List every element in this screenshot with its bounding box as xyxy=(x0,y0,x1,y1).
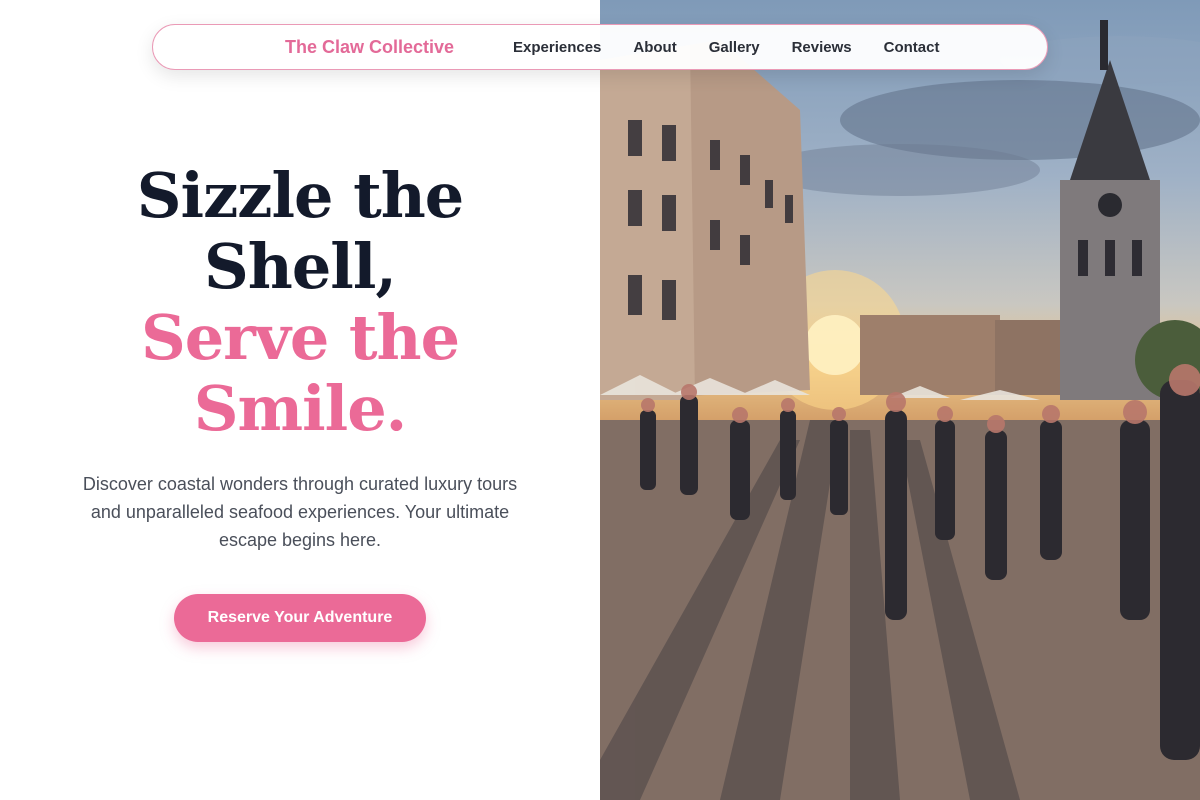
hero-photo-illustration xyxy=(600,20,1200,800)
top-navigation: The Claw Collective Experiences About Ga… xyxy=(152,24,1048,70)
reserve-adventure-button[interactable]: Reserve Your Adventure xyxy=(174,594,426,642)
nav-link-about[interactable]: About xyxy=(633,39,676,56)
headline-line-2: Shell, xyxy=(204,230,397,303)
hero-headline: Sizzle the Shell, Serve the Smile. xyxy=(60,160,540,444)
nav-links: Experiences About Gallery Reviews Contac… xyxy=(513,39,939,56)
headline-line-1: Sizzle the xyxy=(136,159,465,232)
brand-logo-link[interactable]: The Claw Collective xyxy=(285,37,454,58)
nav-link-contact[interactable]: Contact xyxy=(884,39,940,56)
hero-tagline: Discover coastal wonders through curated… xyxy=(82,474,518,550)
headline-line-3: Serve the xyxy=(140,301,460,374)
nav-link-gallery[interactable]: Gallery xyxy=(709,39,760,56)
hero-photo xyxy=(600,0,1200,800)
hero-section: Sizzle the Shell, Serve the Smile. xyxy=(60,160,540,444)
nav-link-reviews[interactable]: Reviews xyxy=(792,39,852,56)
headline-line-4: Smile. xyxy=(193,372,408,445)
nav-link-experiences[interactable]: Experiences xyxy=(513,39,601,56)
